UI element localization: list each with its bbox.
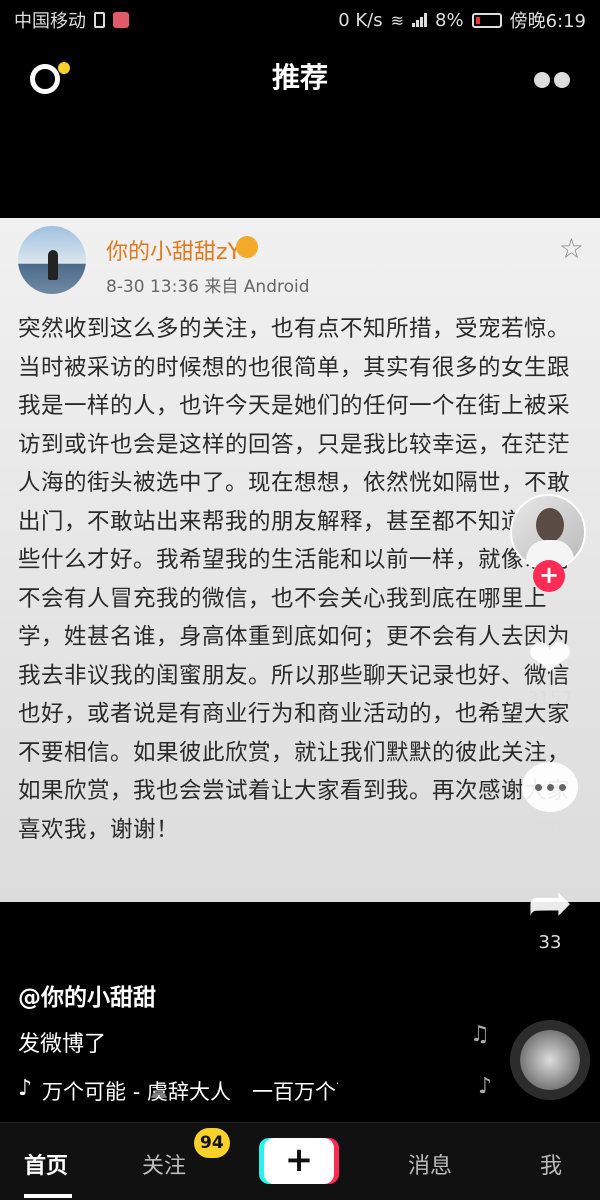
status-left: 中国移动 — [14, 7, 129, 33]
post-meta: 8-30 13:36 来自 Android — [106, 272, 310, 297]
comment-dot — [558, 783, 566, 791]
post-user-name: 你的小甜甜zY — [106, 240, 241, 265]
comment-icon — [522, 762, 578, 812]
follow-badge: 94 — [194, 1128, 230, 1158]
music-note-icon: ♪ — [478, 1074, 493, 1099]
music-row[interactable]: ♪ 万个可能 - 虞辞大人 一百万个可能 — [18, 1076, 338, 1106]
battery-icon — [471, 12, 502, 28]
disc-cover — [520, 1030, 580, 1090]
share-icon: ➦ — [527, 871, 573, 934]
video-author[interactable]: @你的小甜甜 — [18, 978, 156, 1012]
vip-icon — [236, 236, 258, 258]
more-dot — [534, 72, 550, 88]
tiktok-note-icon: ♪ — [18, 1076, 33, 1101]
status-right: 0 K/s ≋ 8% 傍晚6:19 — [338, 7, 586, 33]
follow-button[interactable]: + — [533, 560, 565, 592]
comment-count: 235 — [532, 818, 568, 839]
post-source: 来自 Android — [204, 277, 310, 297]
top-nav: 推荐 — [0, 40, 600, 110]
tab-active-indicator — [24, 1194, 72, 1198]
clock: 傍晚6:19 — [509, 11, 586, 32]
signal-icon — [412, 13, 428, 27]
avatar-face — [536, 508, 564, 542]
battery-percent: 8% — [435, 9, 464, 31]
like-count: 3157 — [527, 688, 573, 709]
share-count: 33 — [538, 932, 562, 953]
tab-follow[interactable]: 关注 — [142, 1148, 186, 1180]
music-disc[interactable] — [510, 1020, 590, 1100]
music-title: 万个可能 - 虞辞大人 一百万个可能 — [42, 1080, 338, 1104]
avatar-figure — [48, 250, 58, 280]
share-button[interactable]: ➦ 33 — [510, 871, 590, 954]
create-button[interactable]: + — [264, 1138, 334, 1184]
tab-home[interactable]: 首页 — [24, 1148, 68, 1180]
like-button[interactable]: ❤ 3157 — [510, 627, 590, 710]
heart-icon: ❤ — [527, 627, 573, 690]
music-note-icon: ♫ — [470, 1022, 490, 1047]
comment-button[interactable]: 235 — [510, 762, 590, 839]
more-dot — [554, 72, 570, 88]
notification-icon — [113, 12, 129, 28]
more-icon[interactable] — [534, 72, 570, 88]
post-text: 突然收到这么多的关注，也有点不知所措，受宠若惊。当时被采访的时候想的也很简单，其… — [18, 316, 571, 843]
sim-icon — [94, 12, 105, 28]
carrier-label: 中国移动 — [14, 11, 86, 32]
comment-dot — [546, 783, 554, 791]
status-bar: 中国移动 0 K/s ≋ 8% 傍晚6:19 — [0, 0, 600, 40]
star-icon: ☆ — [558, 232, 584, 265]
comment-dot — [534, 783, 542, 791]
tab-me[interactable]: 我 — [540, 1148, 562, 1180]
video-caption: 发微博了 — [18, 1032, 107, 1057]
avatar — [18, 226, 86, 294]
network-speed: 0 K/s — [338, 9, 383, 31]
tab-messages[interactable]: 消息 — [408, 1148, 452, 1180]
creator-avatar[interactable] — [510, 494, 586, 570]
page-title: 推荐 — [271, 61, 328, 94]
wifi-icon: ≋ — [390, 10, 405, 30]
post-time: 8-30 13:36 — [106, 277, 199, 297]
